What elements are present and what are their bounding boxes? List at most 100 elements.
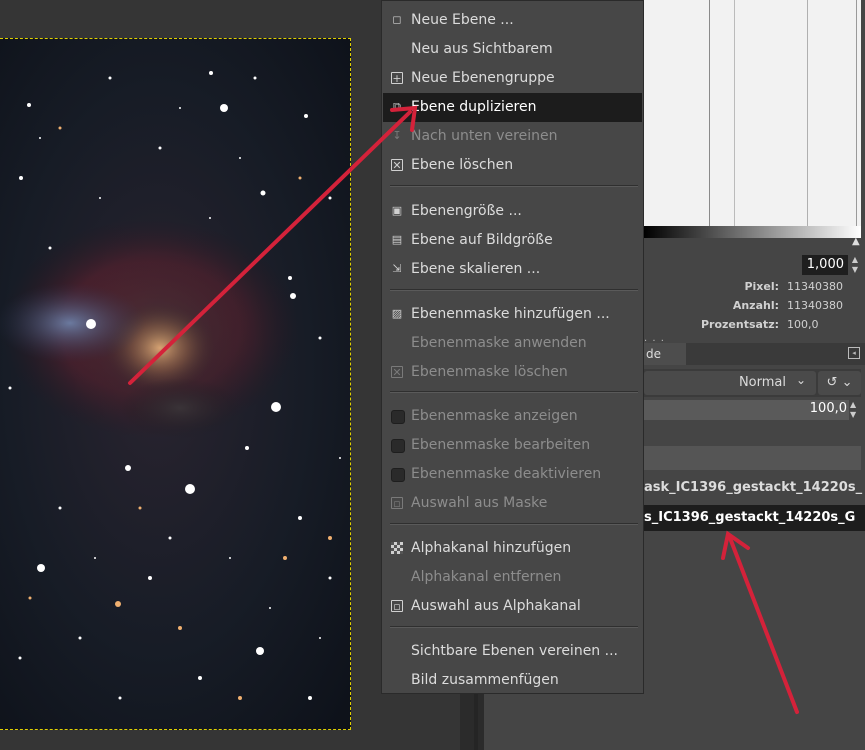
menu-item-label: Ebenengröße ... [411, 203, 522, 219]
menu-item-selection-from-mask[interactable]: ▫ Auswahl aus Maske [383, 489, 642, 518]
menu-item-show-layer-mask[interactable]: Ebenenmaske anzeigen [383, 402, 642, 431]
menu-item-selection-from-alpha[interactable]: ▫ Auswahl aus Alphakanal [383, 592, 642, 621]
opacity-slider[interactable]: 100,0 [644, 400, 849, 420]
reset-icon: ↺ [826, 375, 838, 390]
menu-separator [390, 391, 638, 393]
histogram-bar [709, 0, 710, 226]
delete-layer-mask-icon: ✕ [391, 366, 403, 379]
chevron-down-icon: ⌄ [795, 373, 806, 387]
stat-row-percentage: Prozentsatz: 100,0 [644, 315, 861, 334]
menu-item-layer-to-image-size[interactable]: ▤ Ebene auf Bildgröße [383, 226, 642, 255]
menu-separator [390, 289, 638, 291]
menu-item-label: Ebenenmaske deaktivieren [411, 466, 602, 482]
dock-menu-icon[interactable]: ◂ [848, 347, 860, 359]
menu-item-layer-boundary-size[interactable]: ▣ Ebenengröße ... [383, 197, 642, 226]
menu-item-remove-alpha-channel[interactable]: Alphakanal entfernen [383, 563, 642, 592]
menu-item-label: Nach unten vereinen [411, 128, 558, 144]
menu-item-new-from-visible[interactable]: Neu aus Sichtbarem [383, 35, 642, 64]
menu-item-flatten-image[interactable]: Bild zusammenfügen [383, 666, 642, 695]
histogram-bar [807, 0, 808, 226]
layer-name: s_IC1396_gestackt_14220s_G [644, 510, 856, 525]
stat-row-pixel: Pixel: 11340380 [644, 277, 861, 296]
nebula-artwork [0, 71, 341, 700]
menu-item-apply-layer-mask[interactable]: Ebenenmaske anwenden [383, 329, 642, 358]
menu-separator [390, 185, 638, 187]
menu-item-label: Auswahl aus Maske [411, 495, 548, 511]
menu-item-label: Neue Ebene ... [411, 12, 514, 28]
histogram-range-end-input[interactable]: 1,000 [802, 255, 848, 275]
checkbox-icon [391, 410, 405, 424]
alpha-channel-icon [391, 542, 403, 554]
menu-item-label: Sichtbare Ebenen vereinen ... [411, 643, 618, 659]
opacity-value: 100,0 [809, 401, 847, 416]
stat-value: 100,0 [787, 318, 819, 331]
menu-separator [390, 523, 638, 525]
checkbox-icon [391, 439, 405, 453]
composite-mode-button[interactable]: ↺ ⌄ [818, 371, 861, 395]
menu-item-new-layer[interactable]: ◻ Neue Ebene ... [383, 6, 642, 35]
nebula-image[interactable] [0, 38, 351, 730]
menu-item-label: Ebenenmaske löschen [411, 364, 568, 380]
tab-layers[interactable]: de [644, 343, 686, 365]
new-layer-group-icon: + [391, 72, 403, 85]
stat-label: Prozentsatz: [700, 318, 779, 331]
menu-item-delete-layer[interactable]: ✕ Ebene löschen [383, 151, 642, 180]
stat-row-count: Anzahl: 11340380 [644, 296, 861, 315]
menu-item-label: Ebenenmaske hinzufügen ... [411, 306, 610, 322]
menu-item-scale-layer[interactable]: ⇲ Ebene skalieren ... [383, 255, 642, 284]
menu-item-label: Bild zusammenfügen [411, 672, 559, 688]
layer-boundary-size-icon: ▣ [391, 204, 403, 217]
menu-separator [390, 626, 638, 628]
menu-item-new-layer-group[interactable]: + Neue Ebenengruppe [383, 64, 642, 93]
checkbox-icon [391, 468, 405, 482]
range-handle-icon[interactable]: ▲ [852, 236, 860, 247]
stat-label: Anzahl: [732, 299, 779, 312]
menu-item-label: Auswahl aus Alphakanal [411, 598, 581, 614]
menu-item-label: Ebene duplizieren [411, 99, 537, 115]
menu-item-label: Neu aus Sichtbarem [411, 41, 553, 57]
add-layer-mask-icon: ▨ [391, 307, 403, 320]
delete-layer-icon: ✕ [391, 159, 403, 172]
selection-from-mask-icon: ▫ [391, 497, 403, 510]
menu-item-label: Ebene skalieren ... [411, 261, 541, 277]
merge-down-icon: ↧ [392, 129, 402, 142]
menu-item-label: Ebenenmaske anzeigen [411, 408, 578, 424]
selection-from-alpha-icon: ▫ [391, 600, 403, 613]
histogram-plot [644, 0, 861, 226]
menu-item-label: Ebene löschen [411, 157, 514, 173]
menu-item-label: Ebene auf Bildgröße [411, 232, 553, 248]
range-spin-icon[interactable]: ▲ ▼ [849, 255, 861, 275]
scale-layer-icon: ⇲ [392, 262, 402, 275]
layer-mode-select[interactable]: Normal ⌄ [644, 371, 816, 395]
duplicate-layer-icon: ⧉ [393, 100, 401, 113]
menu-item-label: Neue Ebenengruppe [411, 70, 555, 86]
layer-to-image-size-icon: ▤ [391, 233, 403, 246]
layer-context-menu: ◻ Neue Ebene ... Neu aus Sichtbarem + Ne… [381, 0, 644, 694]
layer-mode-value: Normal [738, 375, 786, 390]
menu-item-label: Alphakanal hinzufügen [411, 540, 572, 556]
menu-item-disable-layer-mask[interactable]: Ebenenmaske deaktivieren [383, 460, 642, 489]
stat-label: Pixel: [744, 280, 779, 293]
new-layer-icon: ◻ [392, 13, 402, 26]
menu-item-delete-layer-mask[interactable]: ✕ Ebenenmaske löschen [383, 358, 642, 387]
stat-value: 11340380 [787, 299, 843, 312]
layer-row[interactable]: ask_IC1396_gestackt_14220s_ [644, 475, 865, 501]
menu-item-add-layer-mask[interactable]: ▨ Ebenenmaske hinzufügen ... [383, 300, 642, 329]
layer-list-header [644, 446, 861, 470]
menu-item-label: Ebenenmaske anwenden [411, 335, 587, 351]
histogram-bar [734, 0, 735, 226]
menu-item-add-alpha-channel[interactable]: Alphakanal hinzufügen [383, 534, 642, 563]
histogram-bar [856, 0, 857, 226]
histogram-gradient-bar[interactable] [644, 226, 861, 238]
menu-item-edit-layer-mask[interactable]: Ebenenmaske bearbeiten [383, 431, 642, 460]
menu-item-merge-down[interactable]: ↧ Nach unten vereinen [383, 122, 642, 151]
chevron-down-icon: ⌄ [841, 375, 853, 390]
menu-item-duplicate-layer[interactable]: ⧉ Ebene duplizieren [383, 93, 642, 122]
layer-row-active[interactable]: s_IC1396_gestackt_14220s_G [644, 505, 865, 531]
menu-item-merge-visible-layers[interactable]: Sichtbare Ebenen vereinen ... [383, 637, 642, 666]
menu-item-label: Ebenenmaske bearbeiten [411, 437, 591, 453]
stat-value: 11340380 [787, 280, 843, 293]
layer-name: ask_IC1396_gestackt_14220s_ [644, 480, 863, 495]
opacity-spin-icon[interactable]: ▲ ▼ [850, 400, 860, 420]
menu-item-label: Alphakanal entfernen [411, 569, 562, 585]
